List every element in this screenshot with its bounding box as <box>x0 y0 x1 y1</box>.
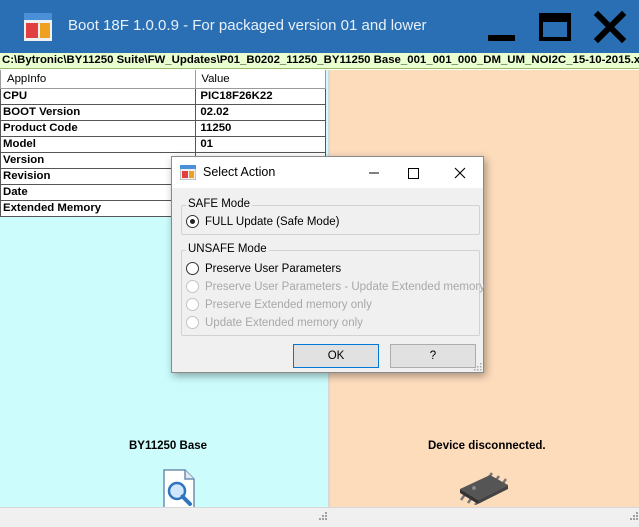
table-row[interactable]: BOOT Version 02.02 <box>0 103 326 121</box>
table-cell-key: Model <box>0 135 197 153</box>
table-cell-value: 02.02 <box>195 103 326 121</box>
file-path-bar: C:\Bytronic\BY11250 Suite\FW_Updates\P01… <box>0 53 639 69</box>
maximize-icon[interactable] <box>535 8 575 46</box>
table-row[interactable]: Product Code 11250 <box>0 119 326 137</box>
chip-icon <box>459 472 508 505</box>
dialog-app-icon <box>180 165 196 180</box>
base-file-label: BY11250 Base <box>129 440 208 452</box>
radio-label: Update Extended memory only <box>205 316 363 329</box>
table-cell-key: Revision <box>0 167 197 185</box>
radio-label: FULL Update (Safe Mode) <box>205 215 340 228</box>
table-row[interactable]: CPU PIC18F26K22 <box>0 87 326 105</box>
dialog-maximize-icon[interactable] <box>398 161 428 185</box>
table-cell-key: Date <box>0 183 197 201</box>
table-cell-key: Product Code <box>0 119 197 137</box>
document-search-icon[interactable] <box>162 469 196 509</box>
radio-label: Preserve User Parameters - Update Extend… <box>205 280 485 293</box>
radio-unchecked-icon <box>186 262 199 275</box>
window-title: Boot 18F 1.0.0.9 - For packaged version … <box>68 17 427 34</box>
resize-grip-icon[interactable] <box>627 510 639 522</box>
radio-label: Preserve Extended memory only <box>205 298 372 311</box>
unsafe-mode-legend: UNSAFE Mode <box>186 243 269 255</box>
dialog-title: Select Action <box>203 165 276 179</box>
resize-grip-icon[interactable] <box>316 510 328 522</box>
table-row[interactable]: Model 01 <box>0 135 326 153</box>
table-cell-value: 11250 <box>195 119 326 137</box>
radio-unchecked-icon <box>186 280 199 293</box>
table-cell-key: BOOT Version <box>0 103 197 121</box>
table-cell-value: 01 <box>195 135 326 153</box>
table-header-row: AppInfo Value <box>0 70 326 89</box>
radio-full-update[interactable]: FULL Update (Safe Mode) <box>186 214 339 229</box>
select-action-dialog: Select Action SAFE Mode FULL Update (Saf… <box>171 156 485 373</box>
title-bar[interactable]: Boot 18F 1.0.0.9 - For packaged version … <box>0 0 639 53</box>
radio-preserve-extended-memory: Preserve Extended memory only <box>186 297 372 312</box>
dialog-resize-grip-icon[interactable] <box>472 361 482 371</box>
dialog-minimize-icon[interactable] <box>359 161 389 185</box>
radio-update-extended-memory: Update Extended memory only <box>186 315 363 330</box>
close-icon[interactable] <box>590 8 630 46</box>
dialog-close-icon[interactable] <box>445 161 475 185</box>
ok-button[interactable]: OK <box>293 344 379 368</box>
help-button[interactable]: ? <box>390 344 476 368</box>
table-cell-key: CPU <box>0 87 197 105</box>
radio-preserve-user-params-update-extended: Preserve User Parameters - Update Extend… <box>186 279 485 294</box>
table-cell-key: Version <box>0 151 197 169</box>
radio-preserve-user-parameters[interactable]: Preserve User Parameters <box>186 261 341 276</box>
radio-label: Preserve User Parameters <box>205 262 342 275</box>
dialog-title-bar[interactable]: Select Action <box>172 157 483 188</box>
radio-unchecked-icon <box>186 298 199 311</box>
column-header-value[interactable]: Value <box>195 70 326 89</box>
radio-unchecked-icon <box>186 316 199 329</box>
table-cell-value: PIC18F26K22 <box>195 87 326 105</box>
app-window-icon <box>24 13 52 41</box>
table-cell-key: Extended Memory <box>0 199 197 217</box>
radio-checked-icon <box>186 215 199 228</box>
column-header-appinfo[interactable]: AppInfo <box>0 70 197 89</box>
device-status-label: Device disconnected. <box>428 440 546 452</box>
minimize-icon[interactable] <box>482 8 522 46</box>
safe-mode-legend: SAFE Mode <box>186 198 252 210</box>
